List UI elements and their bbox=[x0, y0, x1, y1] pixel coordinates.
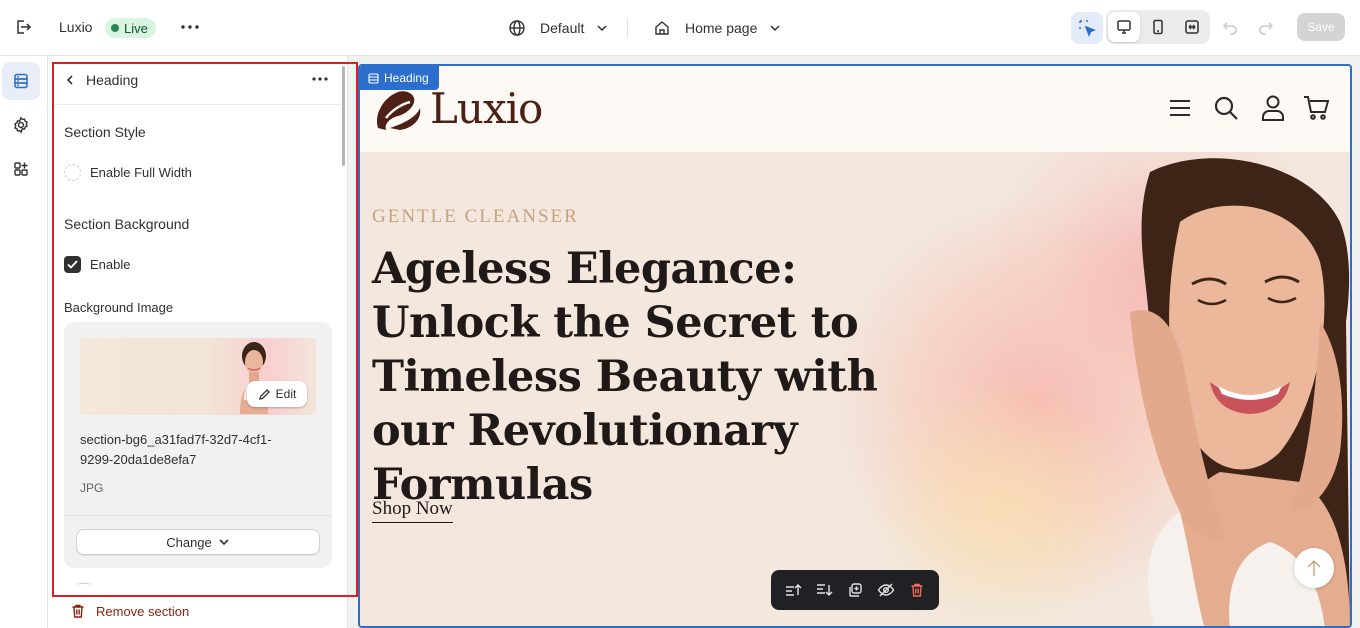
brand-logo-icon bbox=[376, 91, 421, 130]
page-label: Home page bbox=[685, 20, 758, 36]
home-icon bbox=[655, 21, 669, 35]
enable-background-checkbox[interactable]: Enable bbox=[64, 255, 130, 273]
save-button[interactable]: Save bbox=[1297, 13, 1345, 41]
divider bbox=[627, 18, 628, 38]
delete-icon[interactable] bbox=[905, 578, 929, 602]
next-control-peek bbox=[76, 583, 92, 587]
live-status-badge: Live bbox=[105, 18, 156, 38]
theme-selector[interactable]: Default bbox=[508, 16, 608, 40]
back-chevron-icon[interactable] bbox=[60, 70, 80, 90]
sections-icon[interactable] bbox=[2, 62, 40, 100]
image-file-type: JPG bbox=[80, 481, 104, 495]
exit-icon[interactable] bbox=[12, 16, 34, 38]
pencil-icon bbox=[258, 388, 270, 400]
live-dot-icon bbox=[111, 24, 119, 32]
edit-image-button[interactable]: Edit bbox=[247, 381, 307, 407]
menu-icon[interactable] bbox=[1166, 94, 1194, 122]
account-icon[interactable] bbox=[1259, 94, 1287, 122]
theme-label: Default bbox=[540, 20, 585, 36]
search-icon[interactable] bbox=[1212, 94, 1240, 122]
section-background-heading: Section Background bbox=[64, 216, 190, 232]
mobile-view-icon[interactable] bbox=[1142, 12, 1174, 42]
inspector-toggle-icon[interactable] bbox=[1071, 12, 1103, 44]
storefront-preview: Heading Luxio GENTLE CLEANSER Ageless El… bbox=[358, 64, 1352, 628]
remove-section-button[interactable]: Remove section bbox=[70, 601, 189, 621]
chevron-down-icon bbox=[770, 25, 780, 32]
more-actions-icon[interactable] bbox=[178, 16, 202, 38]
background-image-card: Edit section-bg6_a31fad7f-32d7-4cf1-9299… bbox=[64, 322, 332, 568]
chevron-down-icon bbox=[219, 539, 229, 546]
scroll-to-top-button[interactable] bbox=[1294, 548, 1334, 588]
page-selector[interactable]: Home page bbox=[653, 16, 781, 40]
cart-icon[interactable] bbox=[1302, 94, 1330, 122]
selected-section-label: Heading bbox=[384, 71, 429, 85]
change-image-button[interactable]: Change bbox=[76, 529, 320, 555]
device-switcher bbox=[1106, 10, 1210, 44]
remove-section-label: Remove section bbox=[96, 603, 190, 619]
store-header: Luxio bbox=[360, 66, 1350, 152]
trash-icon bbox=[72, 604, 84, 618]
store-name: Luxio bbox=[59, 19, 93, 35]
change-label: Change bbox=[166, 534, 212, 550]
checkbox-checked-icon[interactable] bbox=[64, 255, 81, 273]
hide-icon[interactable] bbox=[874, 578, 898, 602]
hero-eyebrow: GENTLE CLEANSER bbox=[372, 206, 579, 227]
move-down-icon[interactable] bbox=[812, 578, 836, 602]
apps-icon[interactable] bbox=[2, 150, 40, 188]
duplicate-icon[interactable] bbox=[843, 578, 867, 602]
hero-headline: Ageless Elegance: Unlock the Secret to T… bbox=[372, 244, 878, 510]
selected-section-tag[interactable]: Heading bbox=[360, 66, 439, 90]
image-file-name: section-bg6_a31fad7f-32d7-4cf1-9299-20da… bbox=[80, 432, 272, 467]
panel-more-icon[interactable] bbox=[308, 69, 332, 89]
left-rail bbox=[0, 56, 48, 628]
full-width-view-icon[interactable] bbox=[1176, 12, 1208, 42]
undo-icon[interactable] bbox=[1219, 16, 1241, 38]
redo-icon[interactable] bbox=[1255, 16, 1277, 38]
section-icon bbox=[368, 72, 379, 84]
checkbox-unchecked-icon[interactable] bbox=[64, 163, 81, 181]
section-toolbar bbox=[771, 570, 939, 610]
globe-icon bbox=[509, 20, 525, 36]
shop-now-link[interactable]: Shop Now bbox=[372, 498, 453, 523]
edit-label: Edit bbox=[275, 387, 297, 401]
divider bbox=[64, 515, 332, 516]
chevron-down-icon bbox=[597, 25, 607, 32]
enable-full-width-checkbox[interactable]: Enable Full Width bbox=[64, 163, 192, 181]
enable-full-width-label: Enable Full Width bbox=[90, 164, 192, 180]
brand-logo-text: Luxio bbox=[430, 84, 543, 133]
live-status-label: Live bbox=[124, 20, 148, 36]
hero-woman-image bbox=[1130, 158, 1350, 626]
panel-scrollbar[interactable] bbox=[342, 66, 345, 166]
desktop-view-icon[interactable] bbox=[1108, 12, 1140, 42]
enable-background-label: Enable bbox=[90, 256, 131, 272]
background-image-thumbnail: Edit bbox=[80, 338, 316, 415]
background-image-label: Background Image bbox=[64, 300, 174, 315]
move-up-icon[interactable] bbox=[781, 578, 805, 602]
arrow-up-icon bbox=[1307, 560, 1321, 576]
settings-gear-icon[interactable] bbox=[2, 106, 40, 144]
hero-banner: GENTLE CLEANSER Ageless Elegance: Unlock… bbox=[360, 152, 1350, 626]
top-bar: Luxio Live Default Home page Save bbox=[0, 0, 1360, 56]
divider bbox=[54, 104, 344, 105]
panel-title: Heading bbox=[86, 72, 139, 88]
section-style-heading: Section Style bbox=[64, 124, 146, 140]
